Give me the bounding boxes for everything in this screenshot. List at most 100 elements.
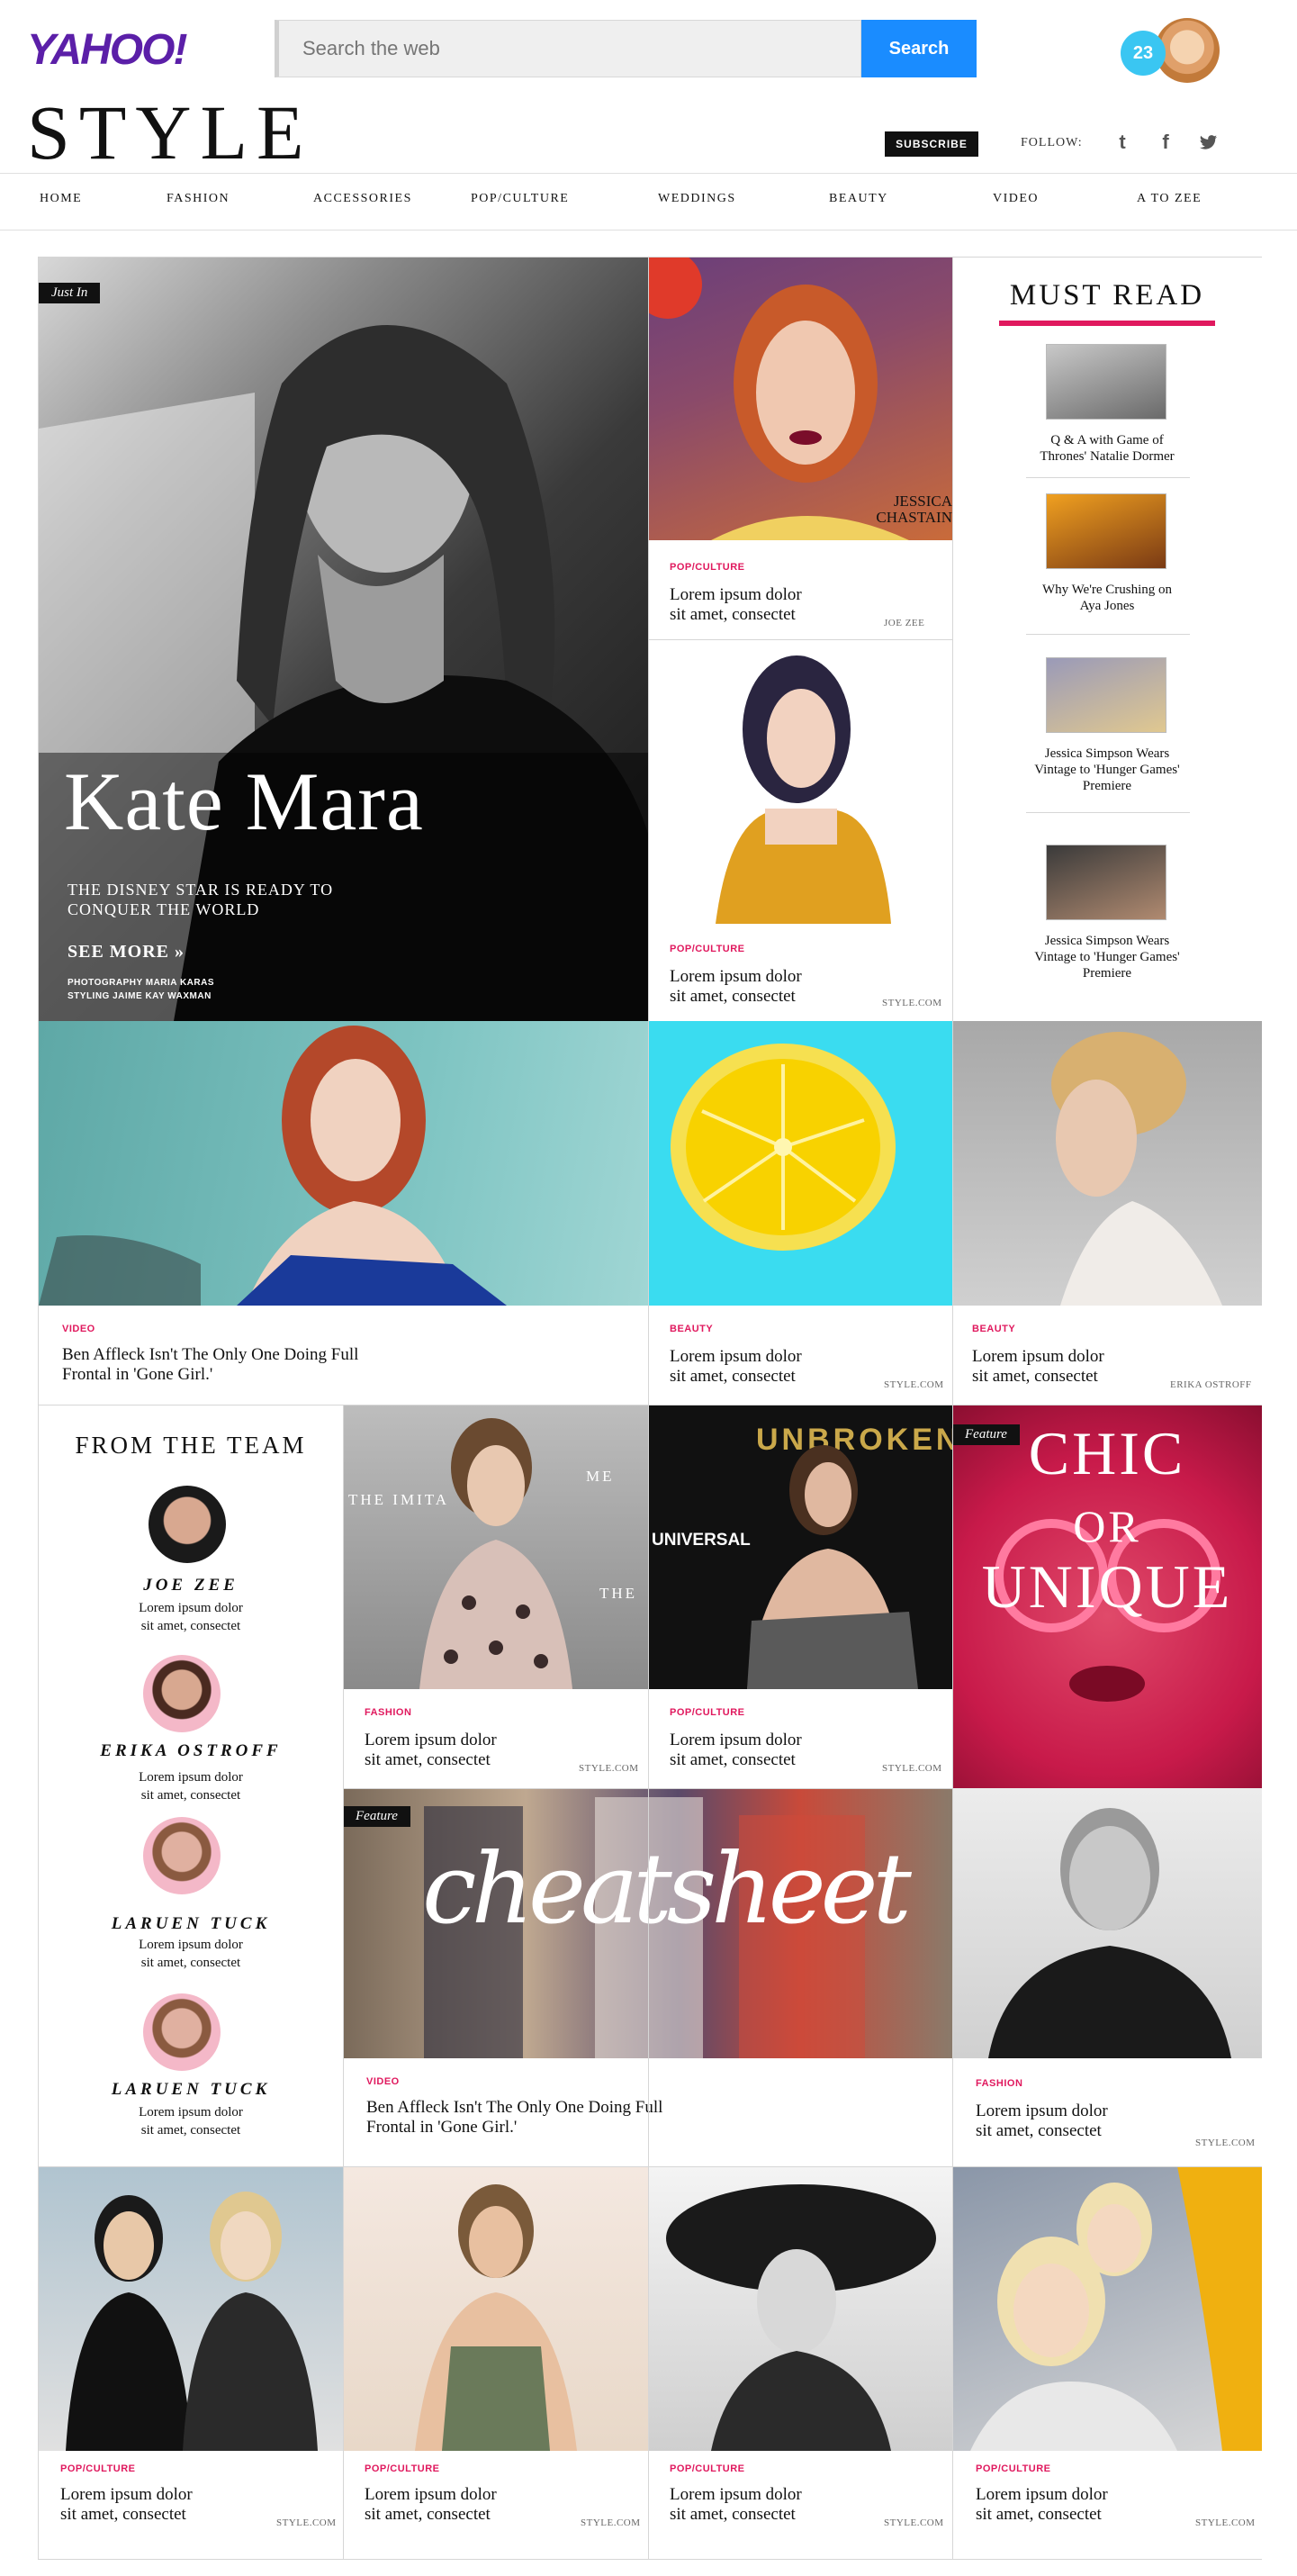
card-title-line[interactable]: Ben Affleck Isn't The Only One Doing Ful… (366, 2098, 662, 2118)
card-title-line[interactable]: Lorem ipsum dolor (365, 2485, 497, 2505)
card-title-line[interactable]: Lorem ipsum dolor (60, 2485, 193, 2505)
nav-home[interactable]: HOME (40, 192, 82, 206)
must-read-thumb-1[interactable] (1046, 344, 1166, 420)
search-input[interactable] (279, 21, 860, 77)
nav-beauty[interactable]: BEAUTY (829, 192, 888, 206)
card-title-line[interactable]: sit amet, consectet (972, 1367, 1098, 1387)
card-title-line[interactable]: Lorem ipsum dolor (670, 1347, 802, 1367)
team-desc-2: Lorem ipsum dolor sit amet, consectet (56, 1768, 326, 1804)
hero-tile[interactable]: Just In Kate Mara THE DISNEY STAR IS REA… (39, 258, 648, 1021)
card-source: STYLE.COM (882, 998, 942, 1008)
hero-subtitle-2: CONQUER THE WORLD (68, 900, 260, 918)
nav-accessories[interactable]: ACCESSORIES (313, 192, 412, 206)
card-image-man[interactable] (952, 1788, 1262, 2058)
card-title-line[interactable]: Frontal in 'Gone Girl.' (366, 2118, 517, 2138)
card-title-line[interactable]: Lorem ipsum dolor (976, 2485, 1108, 2505)
card-category: FASHION (976, 2078, 1023, 2089)
card-title-line[interactable]: Lorem ipsum dolor (670, 967, 802, 987)
nav-a-to-zee[interactable]: A TO ZEE (1137, 192, 1202, 206)
card-image-two-women[interactable] (39, 2166, 343, 2451)
user-area[interactable]: 23 (1121, 18, 1220, 86)
team-name-4[interactable]: LARUEN TUCK (56, 2080, 326, 2100)
card-title-line[interactable]: Lorem ipsum dolor (365, 1731, 497, 1750)
twitter-icon[interactable] (1195, 126, 1222, 158)
team-name-3[interactable]: LARUEN TUCK (56, 1914, 326, 1934)
card-image-hat[interactable] (648, 2166, 952, 2451)
card-image-taxi[interactable] (952, 2166, 1262, 2451)
card-c3[interactable]: VIDEO Ben Affleck Isn't The Only One Doi… (39, 1306, 648, 1405)
must-read-thumb-3[interactable] (1046, 657, 1166, 733)
card-title-line[interactable]: Ben Affleck Isn't The Only One Doing Ful… (62, 1345, 358, 1365)
team-name-2[interactable]: ERIKA OSTROFF (56, 1741, 326, 1761)
feature-chic-or-unique[interactable]: Feature CHIC OR UNIQUE (952, 1405, 1262, 1788)
nav-weddings[interactable]: WEDDINGS (658, 192, 736, 206)
card-category: POP/CULTURE (670, 1707, 745, 1718)
card-title-line[interactable]: Lorem ipsum dolor (976, 2101, 1108, 2121)
card-title-line[interactable]: Lorem ipsum dolor (670, 1731, 802, 1750)
card-c5[interactable]: BEAUTY Lorem ipsum dolor sit amet, conse… (952, 1306, 1262, 1405)
card-title-line[interactable]: sit amet, consectet (670, 2505, 796, 2525)
card-source: STYLE.COM (884, 2517, 944, 2528)
card-title-line[interactable]: Lorem ipsum dolor (670, 2485, 802, 2505)
team-avatar-2[interactable] (143, 1655, 221, 1732)
search-button[interactable]: Search (861, 20, 977, 77)
card-image-unbroken[interactable]: UNBROKEN UNIVERSAL (648, 1405, 952, 1689)
team-panel: FROM THE TEAM JOE ZEE Lorem ipsum dolor s… (39, 1405, 343, 2166)
card-c1[interactable]: POP/CULTURE Lorem ipsum dolor sit amet, … (648, 540, 952, 639)
card-title-line[interactable]: sit amet, consectet (976, 2505, 1102, 2525)
card-c4[interactable]: BEAUTY Lorem ipsum dolor sit amet, conse… (648, 1306, 952, 1405)
team-name-1[interactable]: JOE ZEE (56, 1576, 326, 1595)
must-read-thumb-2[interactable] (1046, 493, 1166, 569)
style-brand-logo[interactable]: STYLE (27, 94, 313, 171)
card-title-line[interactable]: sit amet, consectet (60, 2505, 186, 2525)
card-title-line[interactable]: sit amet, consectet (670, 987, 796, 1007)
card-title-line[interactable]: Lorem ipsum dolor (972, 1347, 1104, 1367)
card-image-teal[interactable] (39, 1021, 648, 1306)
card-c11[interactable]: POP/CULTURE Lorem ipsum dolor sit amet, … (343, 2451, 648, 2559)
must-read-item-2[interactable]: Why We're Crushing on Aya Jones (1008, 582, 1206, 614)
card-category: VIDEO (366, 2076, 400, 2087)
must-read-line: Vintage to 'Hunger Games' (1034, 763, 1180, 777)
card-c2[interactable]: POP/CULTURE Lorem ipsum dolor sit amet, … (648, 924, 952, 1021)
team-avatar-3[interactable] (143, 1817, 221, 1894)
card-c10[interactable]: POP/CULTURE Lorem ipsum dolor sit amet, … (39, 2451, 343, 2559)
card-title-line[interactable]: Lorem ipsum dolor (670, 585, 802, 605)
team-avatar-1[interactable] (149, 1486, 226, 1563)
tumblr-icon[interactable]: t (1109, 126, 1136, 158)
team-avatar-4[interactable] (143, 1993, 221, 2071)
nav-pop-culture[interactable]: POP/CULTURE (471, 192, 569, 206)
facebook-icon[interactable]: f (1152, 126, 1179, 158)
must-read-item-3[interactable]: Jessica Simpson Wears Vintage to 'Hunger… (1008, 746, 1206, 794)
must-read-item-1[interactable]: Q & A with Game of Thrones' Natalie Dorm… (1008, 432, 1206, 465)
nav-fashion[interactable]: FASHION (167, 192, 230, 206)
notification-badge[interactable]: 23 (1121, 31, 1166, 76)
must-read-item-4[interactable]: Jessica Simpson Wears Vintage to 'Hunger… (1008, 933, 1206, 981)
card-title-line[interactable]: sit amet, consectet (670, 1750, 796, 1770)
card-image-katy[interactable] (648, 639, 952, 924)
card-image-jessica[interactable]: JESSICA CHASTAIN (648, 258, 952, 540)
card-title-line[interactable]: sit amet, consectet (365, 2505, 491, 2525)
subscribe-button[interactable]: SUBSCRIBE (885, 131, 978, 157)
card-source: ERIKA OSTROFF (1170, 1379, 1252, 1390)
must-read-thumb-4[interactable] (1046, 845, 1166, 920)
nav-video[interactable]: VIDEO (993, 192, 1039, 206)
card-title-line[interactable]: sit amet, consectet (976, 2121, 1102, 2141)
card-title-line[interactable]: sit amet, consectet (365, 1750, 491, 1770)
card-image-lemon[interactable] (648, 1021, 952, 1306)
card-image-blonde-profile[interactable] (952, 1021, 1262, 1306)
card-image-overalls[interactable] (343, 2166, 648, 2451)
card-category: VIDEO (62, 1324, 95, 1334)
card-c12[interactable]: POP/CULTURE Lorem ipsum dolor sit amet, … (648, 2451, 952, 2559)
see-more-link[interactable]: SEE MORE » (68, 942, 185, 963)
card-c6[interactable]: FASHION Lorem ipsum dolor sit amet, cons… (343, 1689, 648, 1788)
card-c13[interactable]: POP/CULTURE Lorem ipsum dolor sit amet, … (952, 2451, 1262, 2559)
hero-credit-1: PHOTOGRAPHY MARIA KARAS (68, 978, 214, 988)
card-c9[interactable]: FASHION Lorem ipsum dolor sit amet, cons… (952, 2058, 1262, 2166)
yahoo-logo[interactable]: YAHOO! (27, 25, 187, 75)
card-title-line[interactable]: sit amet, consectet (670, 1367, 796, 1387)
hero-title[interactable]: Kate Mara (64, 755, 424, 847)
card-title-line[interactable]: Frontal in 'Gone Girl.' (62, 1365, 212, 1385)
card-title-line[interactable]: sit amet, consectet (670, 605, 796, 625)
card-c7[interactable]: POP/CULTURE Lorem ipsum dolor sit amet, … (648, 1689, 952, 1788)
card-image-keira[interactable]: THE IMITA ME THE (343, 1405, 648, 1689)
